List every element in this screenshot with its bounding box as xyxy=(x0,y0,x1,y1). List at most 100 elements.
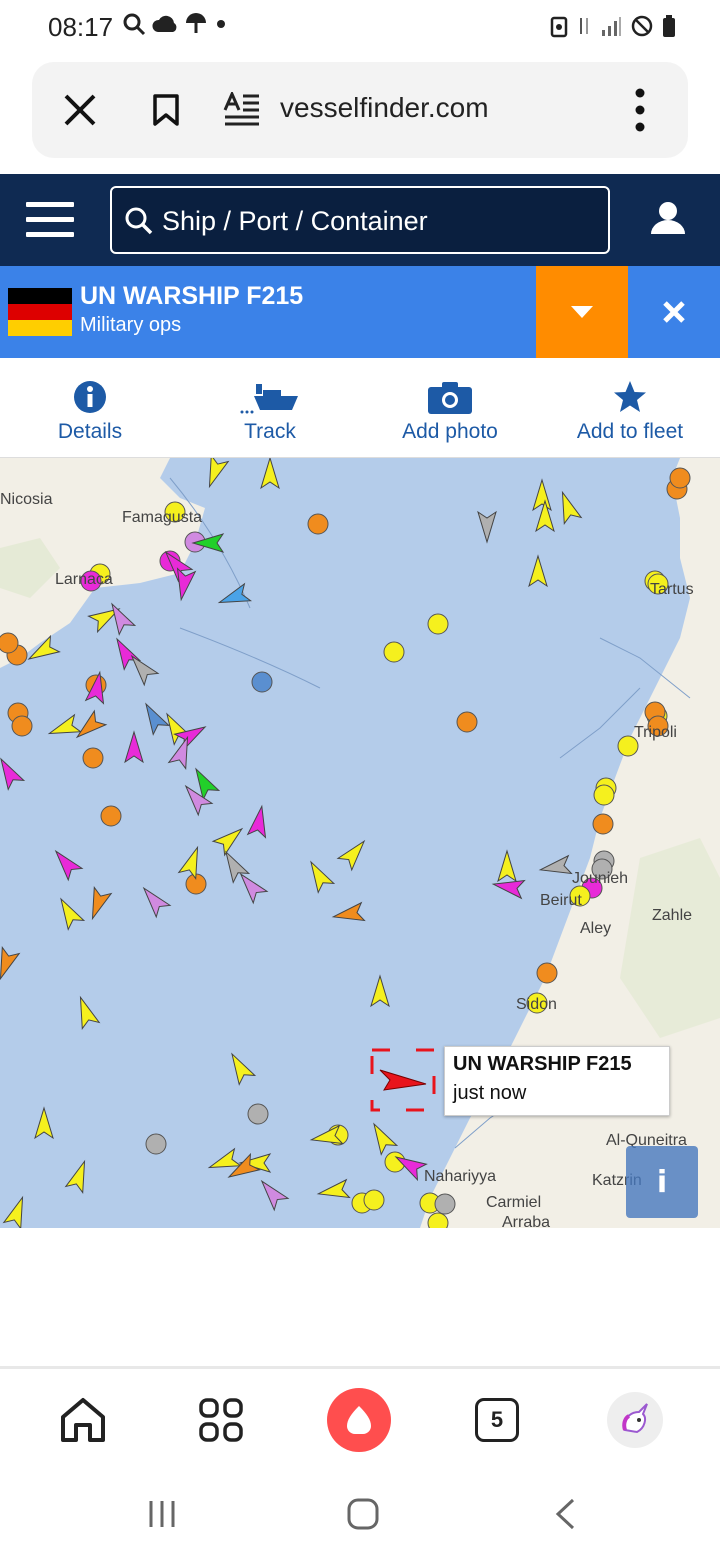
back-icon xyxy=(555,1498,575,1530)
track-tab[interactable]: Track xyxy=(180,358,360,457)
place-label: Sidon xyxy=(516,996,557,1013)
vessel-marker[interactable] xyxy=(366,1119,399,1156)
home-button[interactable] xyxy=(50,1387,116,1453)
vessel-marker[interactable] xyxy=(0,632,19,654)
account-button[interactable] xyxy=(650,200,686,241)
vessel-marker[interactable] xyxy=(216,582,253,611)
vessel-marker[interactable] xyxy=(336,835,371,872)
vessel-marker[interactable] xyxy=(592,813,614,835)
add-to-fleet-tab[interactable]: Add to fleet xyxy=(540,358,720,457)
vessel-marker[interactable] xyxy=(145,1133,167,1155)
vessel-marker[interactable] xyxy=(260,458,280,490)
vessel-marker[interactable] xyxy=(456,711,478,733)
alice-button[interactable] xyxy=(326,1387,392,1453)
search-icon xyxy=(123,13,146,36)
vessel-marker[interactable] xyxy=(2,1194,31,1228)
vessel-marker[interactable] xyxy=(491,875,526,900)
vessel-marker[interactable] xyxy=(532,478,552,512)
vessel-marker[interactable] xyxy=(536,962,558,984)
vessel-marker[interactable] xyxy=(363,1189,385,1211)
url-text[interactable]: vesselfinder.com xyxy=(280,92,489,124)
vessel-marker[interactable] xyxy=(434,1193,456,1215)
tab-count: 5 xyxy=(475,1398,519,1442)
vessel-map[interactable]: Nicosia Famagusta Larnaca Tartus Tripoli… xyxy=(0,458,720,1228)
vessel-marker[interactable] xyxy=(593,784,615,806)
map-info-button[interactable]: i xyxy=(626,1146,698,1218)
vessel-marker[interactable] xyxy=(84,885,113,921)
vessel-marker[interactable] xyxy=(247,1103,269,1125)
vessel-marker[interactable] xyxy=(307,513,329,535)
close-vessel-button[interactable] xyxy=(628,266,720,358)
bookmark-button[interactable] xyxy=(140,84,192,136)
dot-icon xyxy=(217,20,225,28)
vessel-marker[interactable] xyxy=(34,1106,54,1140)
vessel-marker[interactable] xyxy=(71,709,108,744)
vessel-marker[interactable] xyxy=(234,868,269,905)
back-button[interactable] xyxy=(540,1494,590,1534)
vessel-marker[interactable] xyxy=(201,458,230,490)
menu-button[interactable] xyxy=(26,202,74,238)
vessel-marker[interactable] xyxy=(251,671,273,693)
vessel-marker[interactable] xyxy=(554,489,583,526)
unicorn-icon xyxy=(622,1403,648,1434)
vessel-marker[interactable] xyxy=(427,613,449,635)
vessel-marker[interactable] xyxy=(49,845,84,882)
vessel-marker[interactable] xyxy=(331,901,366,926)
vessel-marker[interactable] xyxy=(177,844,206,881)
tabs-button[interactable]: 5 xyxy=(464,1387,530,1453)
vessel-marker[interactable] xyxy=(137,882,172,919)
vessel-marker[interactable] xyxy=(370,974,390,1008)
vessel-dropdown-button[interactable] xyxy=(536,266,628,358)
profile-button[interactable] xyxy=(602,1387,668,1453)
vessel-marker[interactable] xyxy=(0,945,21,981)
vessel-marker[interactable] xyxy=(224,1049,257,1086)
system-nav-bar xyxy=(0,1470,720,1560)
vessel-marker[interactable] xyxy=(538,854,573,879)
place-label: Famagusta xyxy=(122,509,203,526)
vessel-marker[interactable] xyxy=(316,1178,351,1203)
umbrella-icon xyxy=(186,13,206,33)
vessel-marker[interactable] xyxy=(46,713,83,742)
close-icon xyxy=(64,94,96,126)
status-bar: 08:17 xyxy=(0,0,720,56)
search-input[interactable]: Ship / Port / Container xyxy=(110,186,610,254)
vessel-marker[interactable] xyxy=(11,715,33,737)
vessel-actions: Details Track Add photo Add to fleet xyxy=(0,358,720,458)
flag-stripe-gold xyxy=(8,320,72,336)
vessel-marker[interactable] xyxy=(100,805,122,827)
flag-germany xyxy=(8,288,72,336)
vessel-marker[interactable] xyxy=(477,510,497,544)
recent-apps-button[interactable] xyxy=(137,1494,187,1534)
details-tab[interactable]: Details xyxy=(0,358,180,457)
vessel-marker[interactable] xyxy=(246,804,271,839)
vessel-marker[interactable] xyxy=(211,822,248,857)
vessel-marker[interactable] xyxy=(53,894,86,931)
vessel-marker[interactable] xyxy=(173,719,210,752)
flag-stripe-red xyxy=(8,304,72,320)
home-square-icon xyxy=(347,1498,379,1530)
vessel-marker[interactable] xyxy=(138,699,171,736)
battery-icon xyxy=(663,15,675,37)
vessel-marker[interactable] xyxy=(72,994,101,1031)
more-vertical-icon xyxy=(635,88,645,132)
vessel-marker[interactable] xyxy=(497,849,517,883)
services-button[interactable] xyxy=(188,1387,254,1453)
vessel-popup[interactable]: UN WARSHIP F215 just now xyxy=(444,1046,670,1116)
system-home-button[interactable] xyxy=(338,1494,388,1534)
vessel-marker[interactable] xyxy=(255,1175,290,1212)
vessel-marker[interactable] xyxy=(528,554,548,588)
vessel-marker[interactable] xyxy=(0,754,26,791)
browser-menu-button[interactable] xyxy=(614,84,666,136)
vessel-marker[interactable] xyxy=(303,857,336,894)
vessel-marker[interactable] xyxy=(82,747,104,769)
add-photo-tab[interactable]: Add photo xyxy=(360,358,540,457)
place-label: Beirut xyxy=(540,892,582,909)
reader-mode-button[interactable] xyxy=(216,84,268,136)
close-tab-button[interactable] xyxy=(54,84,106,136)
vessel-marker[interactable] xyxy=(64,1158,93,1195)
vessel-marker[interactable] xyxy=(124,730,144,764)
vessel-marker[interactable] xyxy=(427,1212,449,1228)
vessel-marker[interactable] xyxy=(669,467,691,489)
vessel-marker[interactable] xyxy=(383,641,405,663)
add-photo-label: Add photo xyxy=(402,420,498,443)
